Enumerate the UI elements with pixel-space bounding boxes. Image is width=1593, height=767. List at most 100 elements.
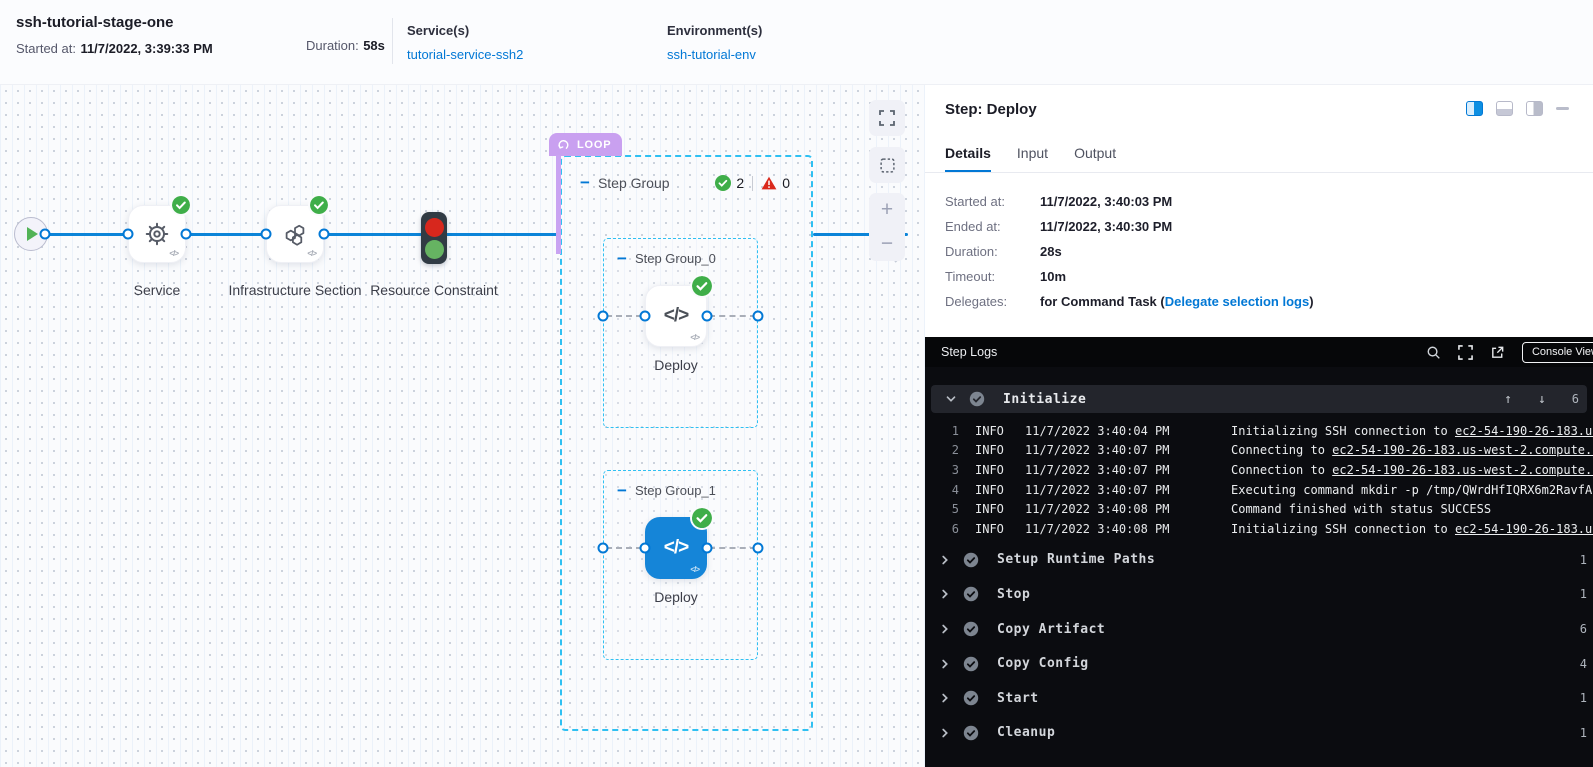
log-section-title: Start — [997, 691, 1039, 706]
started-label: Started at: — [16, 41, 76, 56]
log-section-copy-config[interactable]: Copy Config 4 — [925, 646, 1593, 681]
collapse-icon[interactable]: − — [617, 484, 627, 498]
line-number: 2 — [925, 443, 959, 457]
host-link[interactable]: ec2-54-190-26-183.us-west-2.compute.a — [1332, 443, 1593, 457]
warning-triangle-icon — [761, 176, 777, 190]
code-glyph: </> — [169, 249, 178, 258]
environment-link[interactable]: ssh-tutorial-env — [667, 47, 756, 62]
canvas-zoom-controls: + − — [869, 193, 905, 261]
line-number: 6 — [925, 522, 959, 536]
log-fullscreen-button[interactable] — [1458, 345, 1473, 360]
pipeline-canvas[interactable]: </> Service </> — [0, 85, 925, 767]
started-at: Started at: 11/7/2022, 3:39:33 PM — [16, 40, 306, 58]
port — [123, 229, 134, 240]
log-section-initialize[interactable]: Initialize ↑ ↓ 6 — [931, 385, 1587, 413]
line-message: Initializing SSH connection to ec2-54-19… — [1231, 522, 1593, 536]
chevron-right-icon — [939, 623, 951, 635]
layout-split-right-icon[interactable] — [1466, 101, 1483, 116]
code-glyph: </> — [690, 333, 699, 342]
console-view-toggle[interactable]: Console View — [1522, 342, 1593, 363]
service-link[interactable]: tutorial-service-ssh2 — [407, 47, 523, 62]
minimize-icon[interactable] — [1556, 107, 1569, 110]
log-line-count: 1 — [1580, 726, 1587, 740]
line-message: Executing command mkdir -p /tmp/QWrdHfIQ… — [1231, 483, 1593, 497]
log-line-count: 1 — [1580, 553, 1587, 567]
panel-layout-controls — [1466, 101, 1569, 116]
port — [181, 229, 192, 240]
host-link[interactable]: ec2-54-190-26-183.us-west-2.compute.a — [1332, 463, 1593, 477]
line-message: Connection to ec2-54-190-26-183.us-west-… — [1231, 463, 1593, 477]
step-detail-rows: Started at: 11/7/2022, 3:40:03 PM Ended … — [945, 194, 1593, 309]
error-count: 0 — [782, 175, 790, 191]
step-details-panel: Step: Deploy Details Input Output — [925, 85, 1593, 767]
line-message: Command finished with status SUCCESS — [1231, 502, 1491, 516]
detail-row-delegates: Delegates: for Command Task (Delegate se… — [945, 294, 1593, 309]
log-section-start[interactable]: Start 1 — [925, 681, 1593, 716]
log-section-stop[interactable]: Stop 1 — [925, 577, 1593, 612]
success-check-icon — [692, 276, 712, 296]
scroll-up-button[interactable]: ↑ — [1504, 392, 1512, 407]
chevron-right-icon — [939, 727, 951, 739]
layout-bottom-icon[interactable] — [1496, 101, 1513, 116]
zoom-in-button[interactable]: + — [881, 201, 893, 219]
node-infrastructure[interactable]: </> — [266, 205, 324, 263]
host-link[interactable]: ec2-54-190-26-183.us — [1455, 522, 1593, 536]
log-line: 1 INFO 11/7/2022 3:40:04 PM Initializing… — [925, 421, 1593, 441]
marquee-select-icon — [879, 157, 896, 174]
code-step-icon: </> — [664, 305, 688, 327]
line-message: Initializing SSH connection to ec2-54-19… — [1231, 424, 1593, 438]
detail-value: for Command Task (Delegate selection log… — [1040, 294, 1314, 309]
log-line: 4 INFO 11/7/2022 3:40:07 PM Executing co… — [925, 480, 1593, 500]
collapse-icon[interactable]: − — [617, 252, 627, 266]
line-level: INFO — [975, 424, 1021, 438]
chevron-down-icon — [945, 393, 957, 405]
node-resource-constraint[interactable] — [421, 212, 447, 264]
services-label: Service(s) — [407, 23, 667, 38]
line-time: 11/7/2022 3:40:07 PM — [1025, 443, 1193, 457]
layout-right-icon[interactable] — [1526, 101, 1543, 116]
delegate-selection-logs-link[interactable]: Delegate selection logs — [1165, 294, 1310, 309]
scroll-down-button[interactable]: ↓ — [1538, 392, 1546, 407]
detail-label: Ended at: — [945, 219, 1040, 234]
success-check-icon — [715, 175, 731, 191]
tab-details[interactable]: Details — [945, 145, 991, 172]
canvas-fullscreen-button[interactable] — [869, 100, 905, 136]
tab-input[interactable]: Input — [1017, 145, 1048, 172]
host-link[interactable]: ec2-54-190-26-183.us — [1455, 424, 1593, 438]
log-section-title: Setup Runtime Paths — [997, 552, 1155, 567]
node-service[interactable]: </> — [128, 205, 186, 263]
log-section-cleanup[interactable]: Cleanup 1 — [925, 716, 1593, 751]
log-open-new-tab-button[interactable] — [1490, 345, 1505, 360]
dashed-edge — [606, 547, 642, 549]
fullscreen-icon — [1458, 345, 1473, 360]
port — [598, 543, 609, 554]
canvas-select-button[interactable] — [869, 147, 905, 183]
line-time: 11/7/2022 3:40:07 PM — [1025, 463, 1193, 477]
step-logs-bar: Step Logs — [925, 337, 1593, 367]
gear-icon — [143, 220, 171, 248]
tab-output[interactable]: Output — [1074, 145, 1116, 172]
log-line: 2 INFO 11/7/2022 3:40:07 PM Connecting t… — [925, 441, 1593, 461]
detail-label: Delegates: — [945, 294, 1040, 309]
detail-value: 10m — [1040, 269, 1066, 284]
tabs-divider — [925, 172, 1593, 173]
log-section-setup-runtime-paths[interactable]: Setup Runtime Paths 1 — [925, 543, 1593, 578]
log-line: 3 INFO 11/7/2022 3:40:07 PM Connection t… — [925, 460, 1593, 480]
log-search-button[interactable] — [1426, 345, 1441, 360]
line-time: 11/7/2022 3:40:04 PM — [1025, 424, 1193, 438]
collapse-icon[interactable]: − — [580, 176, 590, 190]
zoom-out-button[interactable]: − — [881, 235, 893, 253]
duration-value: 58s — [363, 38, 385, 53]
stage-title: ssh-tutorial-stage-one — [16, 14, 306, 31]
line-level: INFO — [975, 522, 1021, 536]
log-section-copy-artifact[interactable]: Copy Artifact 6 — [925, 612, 1593, 647]
node-label-service: Service — [87, 280, 227, 301]
log-section-title: Cleanup — [997, 725, 1055, 740]
detail-value: 28s — [1040, 244, 1062, 259]
step-group-0-header[interactable]: − Step Group_0 — [617, 251, 716, 266]
log-section-title: Copy Artifact — [997, 622, 1105, 637]
step-details-top: Step: Deploy Details Input Output — [925, 85, 1593, 337]
step-group-header[interactable]: − Step Group 2 0 — [580, 175, 790, 191]
step-group-1-header[interactable]: − Step Group_1 — [617, 483, 716, 498]
port — [702, 311, 713, 322]
